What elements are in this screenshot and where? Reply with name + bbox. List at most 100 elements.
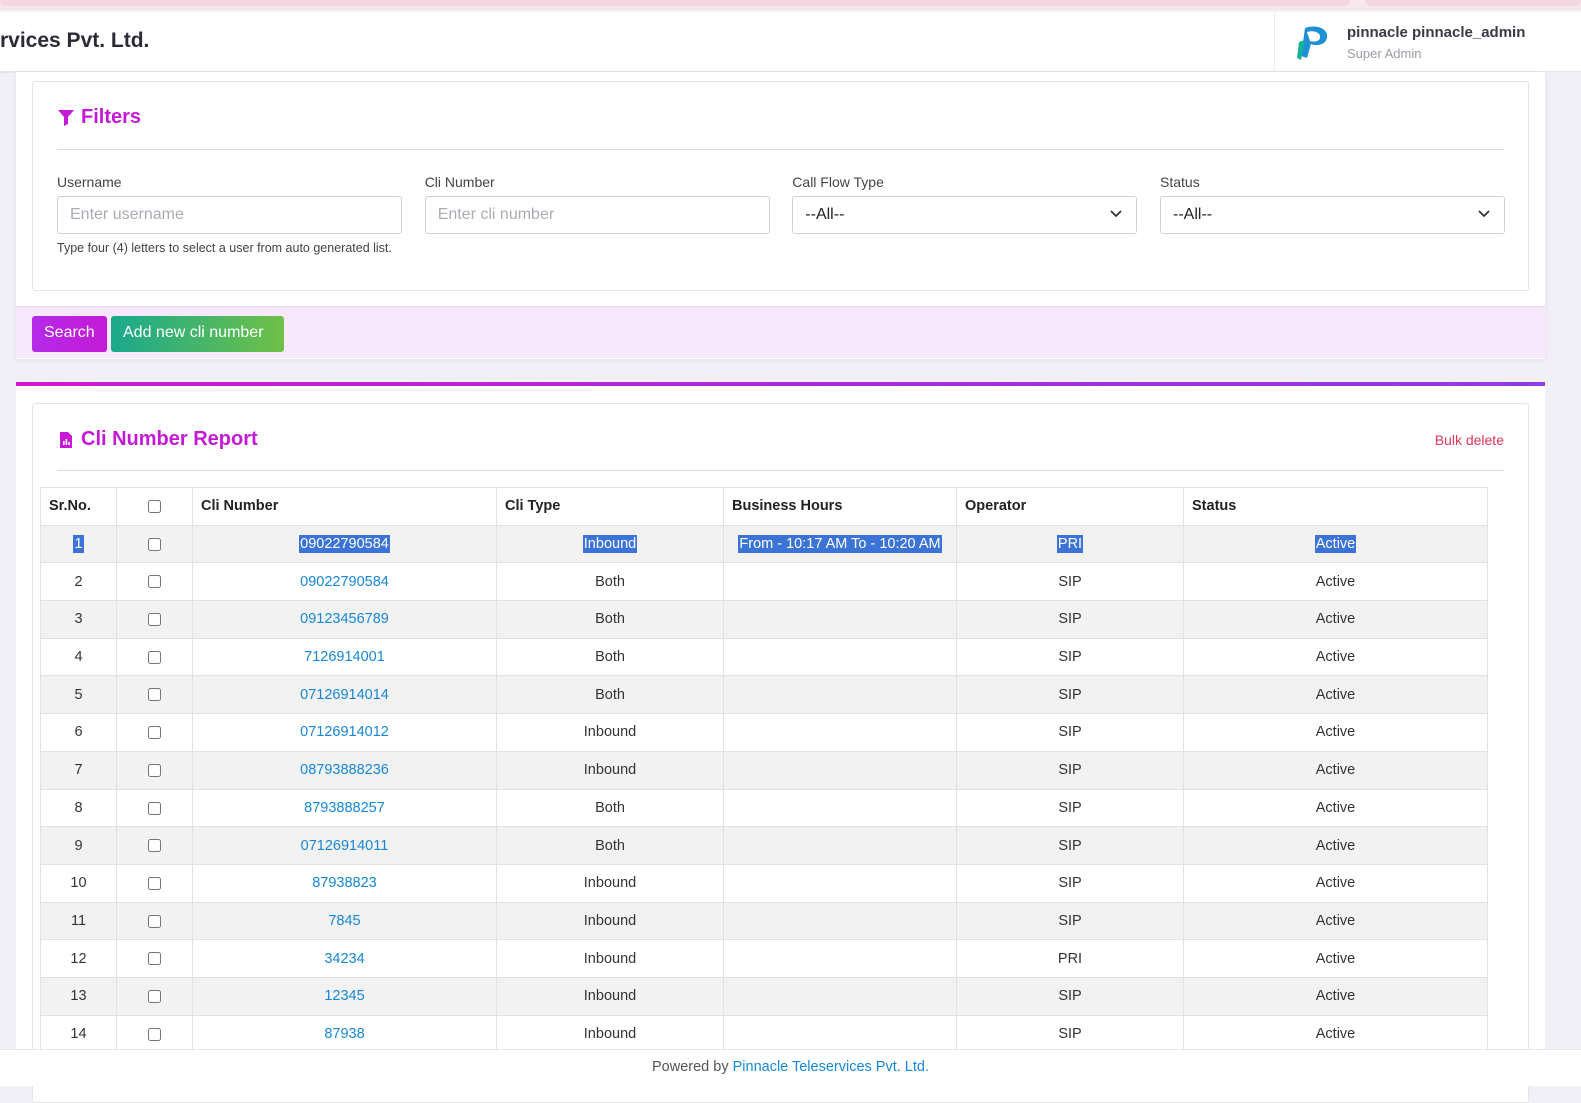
bulk-delete-link[interactable]: Bulk delete [1435,432,1504,448]
cell-srno: 12 [40,939,117,978]
col-cli-type[interactable]: Cli Type [496,487,724,526]
col-status[interactable]: Status [1183,487,1488,526]
filter-actions: Search Add new cli number [16,306,1545,358]
cell-status: Active [1183,1014,1488,1054]
cli-number-link[interactable]: 09123456789 [300,611,389,627]
row-checkbox[interactable] [148,650,161,664]
cli-number-link[interactable]: 12345 [324,988,364,1004]
row-checkbox[interactable] [148,763,161,777]
status-label: Status [1160,174,1200,190]
cli-number-link[interactable]: 09022790584 [300,574,389,590]
username-input[interactable]: Enter username [57,196,402,234]
cell-status: Active [1183,939,1488,978]
cli-number-input[interactable]: Enter cli number [424,196,770,234]
cell-srno: 13 [40,976,117,1016]
cell-business-hours [723,976,957,1016]
cli-type: Inbound [583,724,637,741]
row-checkbox[interactable] [148,989,161,1003]
cell-cli-number: 87938 [192,1014,497,1054]
cli-number-link[interactable]: 07126914014 [300,687,389,703]
operator: SIP [1058,837,1082,854]
chevron-down-icon [1478,210,1490,218]
cell-srno: 11 [40,901,117,941]
row-checkbox[interactable] [148,537,161,551]
cli-number-link[interactable]: 07126914012 [300,724,389,740]
cell-business-hours [723,600,957,639]
cli-number-link[interactable]: 7845 [328,913,360,929]
call-flow-type-field: Call Flow Type --All-- [792,174,1138,234]
status: Active [1314,535,1357,554]
row-checkbox[interactable] [148,688,161,702]
footer-company-link[interactable]: Pinnacle Teleservices Pvt. Ltd. [733,1059,929,1075]
cell-select [116,675,193,715]
status-select[interactable]: --All-- [1160,196,1505,234]
operator: SIP [1058,875,1082,892]
cell-operator: SIP [956,1014,1184,1054]
sr-number: 7 [74,762,83,779]
cli-number-link[interactable]: 7126914001 [304,649,385,665]
row-checkbox[interactable] [148,726,161,740]
operator: SIP [1058,799,1082,816]
cell-operator: SIP [956,750,1184,790]
row-checkbox[interactable] [148,1027,161,1041]
status: Active [1315,724,1356,741]
cli-number-link[interactable]: 07126914011 [301,838,389,854]
row-checkbox[interactable] [148,952,161,966]
cell-business-hours [723,788,957,828]
select-all-checkbox[interactable] [148,500,161,514]
status-value: --All-- [1173,206,1213,223]
cli-type: Inbound [583,762,637,779]
app-header: rvices Pvt. Ltd. pinnacle pinnacle_admin… [0,12,1581,73]
table-row: 12 34234 Inbound PRI Active [40,939,1488,978]
row-checkbox[interactable] [148,876,161,890]
funnel-icon [58,109,74,126]
sr-number: 13 [70,988,87,1005]
table-row: 4 7126914001 Both SIP Active [40,637,1488,677]
cell-srno: 1 [40,524,117,564]
col-operator[interactable]: Operator [956,487,1184,526]
col-cli-number[interactable]: Cli Number [192,487,497,526]
operator: SIP [1058,573,1082,590]
cell-cli-type: Inbound [496,976,724,1016]
row-checkbox[interactable] [148,613,161,627]
cell-cli-number: 7126914001 [192,637,497,677]
cell-srno: 4 [40,637,117,677]
col-select-all [116,487,193,526]
cli-number-link[interactable]: 8793888257 [304,800,385,816]
cell-srno: 3 [40,600,117,639]
cli-number-link[interactable]: 87938 [324,1026,364,1042]
row-checkbox[interactable] [148,575,161,589]
status: Active [1315,875,1356,892]
col-business-hours[interactable]: Business Hours [723,487,957,526]
search-button[interactable]: Search [32,316,107,352]
row-checkbox[interactable] [148,914,161,928]
cell-cli-type: Inbound [496,1014,724,1054]
sr-number: 12 [70,950,87,967]
row-checkbox[interactable] [148,801,161,815]
cell-status: Active [1183,976,1488,1016]
cli-number-link[interactable]: 87938823 [312,875,377,891]
cli-number-link[interactable]: 34234 [324,951,364,967]
row-checkbox[interactable] [148,839,161,853]
add-cli-number-button[interactable]: Add new cli number [111,316,284,352]
table-row: 7 08793888236 Inbound SIP Active [40,750,1488,790]
cli-number-link[interactable]: 08793888236 [300,762,389,778]
cell-status: Active [1183,750,1488,790]
divider [57,470,1504,471]
cell-select [116,976,193,1016]
cell-cli-number: 12345 [192,976,497,1016]
user-menu[interactable]: pinnacle pinnacle_admin Super Admin [1274,12,1581,72]
cli-number-link[interactable]: 09022790584 [299,535,390,554]
cell-select [116,637,193,677]
table-row: 8 8793888257 Both SIP Active [40,788,1488,828]
brand-name: rvices Pvt. Ltd. [0,29,150,52]
cell-cli-number: 08793888236 [192,750,497,790]
filters-title: Filters [57,106,141,129]
call-flow-type-select[interactable]: --All-- [792,196,1138,234]
divider [57,149,1504,150]
cell-srno: 8 [40,788,117,828]
cell-cli-type: Inbound [496,750,724,790]
cli-type: Inbound [582,535,638,554]
cell-operator: SIP [956,562,1184,602]
operator: SIP [1058,988,1082,1005]
